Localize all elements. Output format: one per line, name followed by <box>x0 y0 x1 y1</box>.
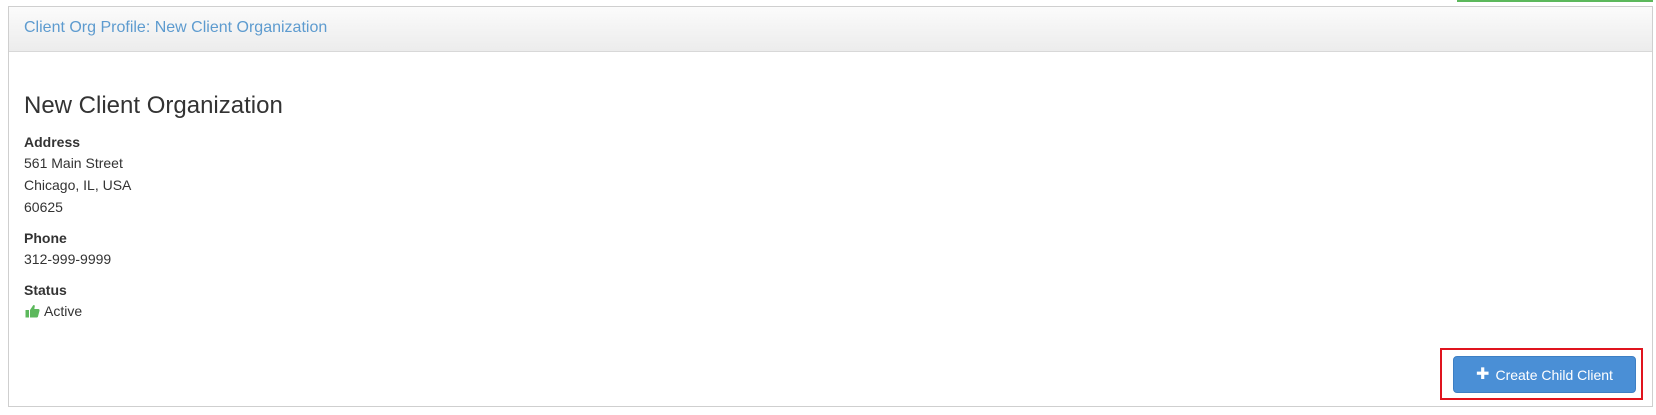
status-value: Active <box>44 303 83 319</box>
thumbs-up-icon <box>24 303 40 319</box>
phone-value: 312-999-9999 <box>24 251 112 267</box>
status-row: Active <box>24 300 1637 322</box>
status-group: Status Active <box>24 280 1637 322</box>
panel-title: Client Org Profile: New Client Organizat… <box>24 19 328 36</box>
address-line1: 561 Main Street <box>24 155 123 171</box>
address-group: Address 561 Main Street Chicago, IL, USA… <box>24 132 1637 218</box>
org-name: New Client Organization <box>24 92 283 119</box>
client-org-profile-panel: Client Org Profile: New Client Organizat… <box>8 6 1653 407</box>
phone-label: Phone <box>24 230 67 246</box>
phone-group: Phone 312-999-9999 <box>24 228 1637 270</box>
plus-icon: ✚ <box>1476 365 1490 383</box>
address-line3: 60625 <box>24 199 63 215</box>
panel-heading: Client Org Profile: New Client Organizat… <box>9 7 1652 52</box>
status-label: Status <box>24 282 67 298</box>
address-label: Address <box>24 134 81 150</box>
address-line2: Chicago, IL, USA <box>24 177 132 193</box>
top-accent-bar <box>1457 0 1653 2</box>
panel-body: New Client Organization Address 561 Main… <box>9 52 1652 322</box>
create-child-client-button[interactable]: ✚ Create Child Client <box>1453 356 1636 393</box>
create-child-client-label: Create Child Client <box>1495 366 1613 383</box>
